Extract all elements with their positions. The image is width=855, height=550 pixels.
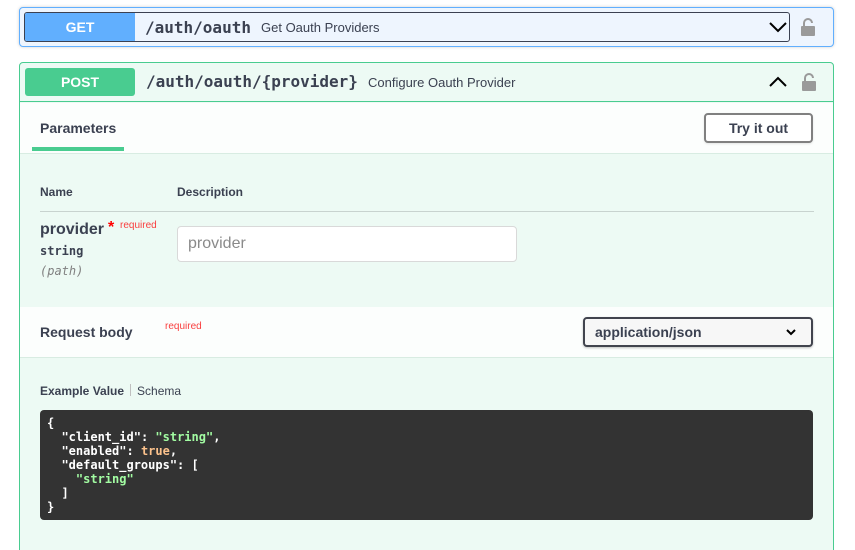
request-body-title: Request body bbox=[40, 324, 133, 340]
tab-schema[interactable]: Schema bbox=[137, 384, 181, 398]
chevron-up-icon[interactable] bbox=[768, 74, 788, 90]
example-tabs: Example Value Schema bbox=[40, 384, 181, 398]
post-auth-oauth-provider-operation: POST /auth/oauth/{provider} Configure Oa… bbox=[19, 62, 834, 550]
code-key: "default_groups" bbox=[61, 458, 178, 472]
code-token: [ bbox=[191, 458, 199, 472]
example-code-block: { "client_id": "string", "enabled": true… bbox=[40, 410, 813, 520]
code-string: "string" bbox=[155, 430, 214, 444]
provider-input[interactable] bbox=[177, 226, 517, 262]
code-token: } bbox=[47, 500, 55, 514]
parameter-name: provider bbox=[40, 221, 105, 238]
required-star: * bbox=[108, 219, 115, 236]
column-divider bbox=[40, 211, 814, 212]
code-token: ] bbox=[61, 486, 69, 500]
code-key: "enabled" bbox=[61, 444, 127, 458]
tab-separator bbox=[130, 384, 132, 396]
active-tab-indicator bbox=[32, 147, 124, 151]
code-key: "client_id" bbox=[61, 430, 141, 444]
try-it-out-button[interactable]: Try it out bbox=[704, 113, 813, 143]
tab-parameters[interactable]: Parameters bbox=[40, 120, 116, 136]
content-type-value: application/json bbox=[595, 324, 702, 340]
get-method-badge: GET bbox=[25, 13, 135, 41]
request-body-header: Request body required application/json bbox=[20, 307, 833, 358]
lock-icon[interactable] bbox=[799, 17, 817, 37]
parameter-location: (path) bbox=[40, 264, 84, 278]
chevron-down-icon bbox=[786, 329, 796, 336]
post-method-badge: POST bbox=[25, 68, 135, 96]
code-string: "string" bbox=[75, 472, 134, 486]
code-boolean: true bbox=[140, 444, 170, 458]
parameter-type: string bbox=[40, 244, 84, 258]
tab-example-value[interactable]: Example Value bbox=[40, 384, 124, 398]
post-operation-summary[interactable]: POST /auth/oauth/{provider} Configure Oa… bbox=[20, 63, 833, 102]
content-type-select[interactable]: application/json bbox=[583, 317, 813, 347]
lock-icon[interactable] bbox=[800, 72, 818, 92]
post-operation-description: Configure Oauth Provider bbox=[368, 75, 516, 90]
column-header-name: Name bbox=[40, 185, 73, 199]
get-operation-path: /auth/oauth bbox=[145, 18, 251, 37]
get-auth-oauth-operation: GET /auth/oauth Get Oauth Providers bbox=[19, 7, 834, 47]
column-header-description: Description bbox=[177, 185, 244, 199]
parameters-header: Parameters Try it out bbox=[20, 103, 833, 154]
code-token: { bbox=[47, 416, 55, 430]
get-operation-description: Get Oauth Providers bbox=[261, 20, 380, 35]
request-body-required-label: required bbox=[165, 321, 202, 332]
required-label: required bbox=[120, 220, 157, 231]
chevron-down-icon[interactable] bbox=[768, 19, 788, 35]
post-operation-path: /auth/oauth/{provider} bbox=[146, 72, 358, 91]
get-operation-summary[interactable]: GET /auth/oauth Get Oauth Providers bbox=[24, 12, 790, 42]
